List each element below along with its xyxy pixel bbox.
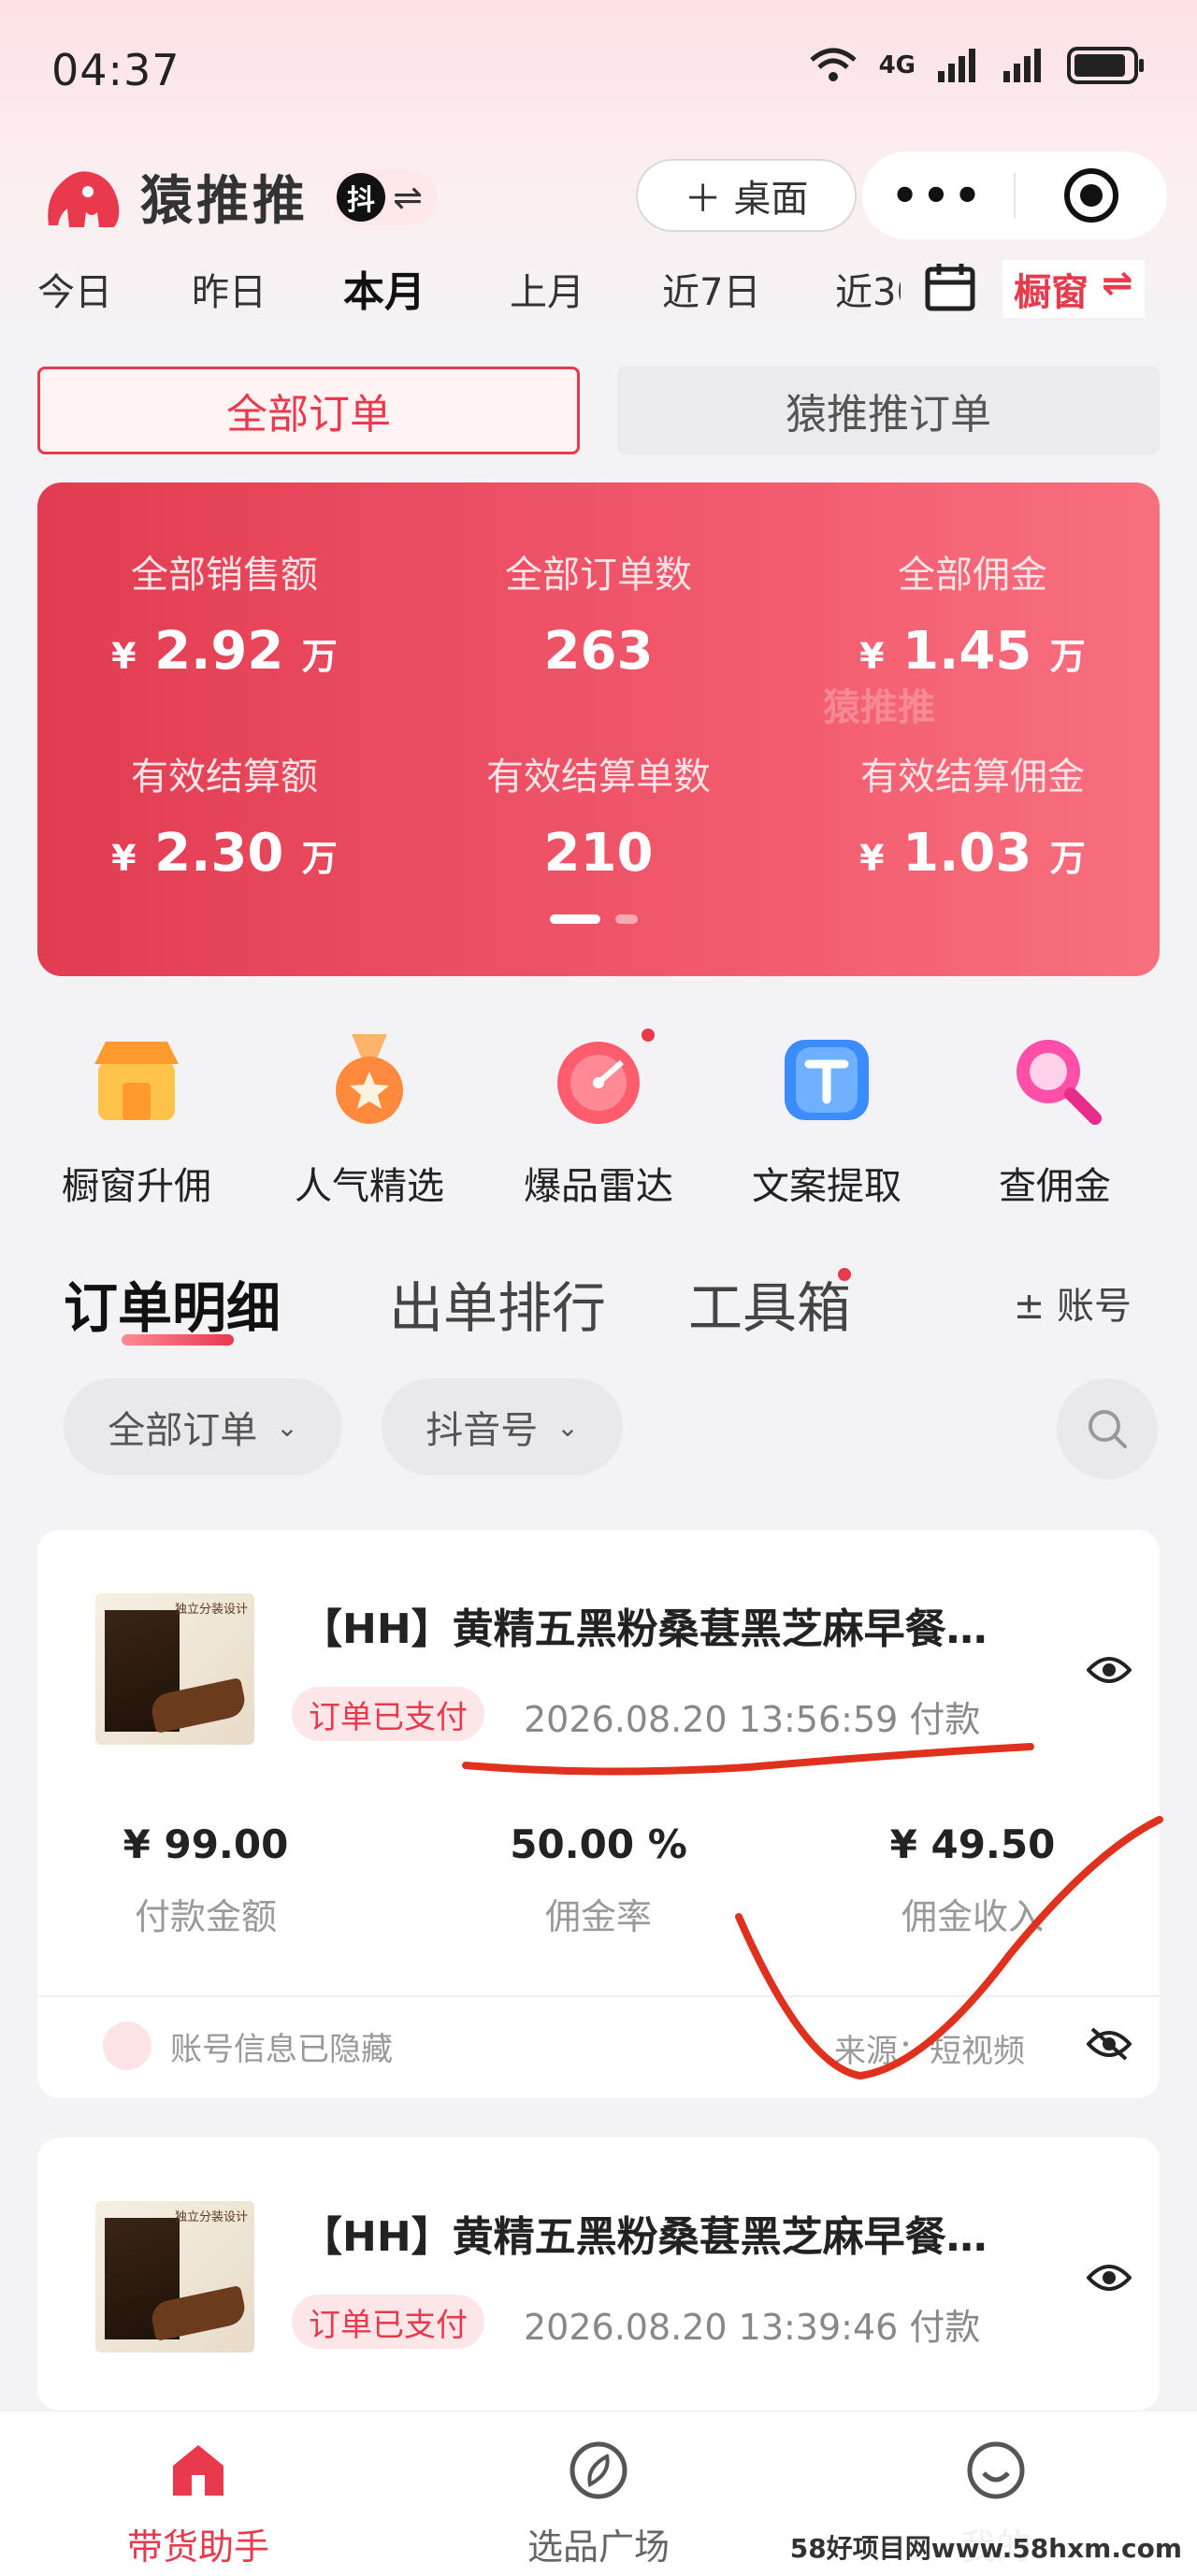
date-tab-last-month[interactable]: 上月 bbox=[510, 262, 584, 316]
tool-hot-radar[interactable]: 爆品雷达 bbox=[496, 1029, 701, 1210]
network-label: 4G bbox=[878, 51, 916, 79]
douyin-icon: 抖 bbox=[337, 172, 385, 222]
indicator-dot-active bbox=[550, 914, 600, 924]
window-label: 橱窗 bbox=[1014, 271, 1089, 314]
order-card[interactable]: 独立分装设计 【HH】黄精五黑粉桑葚黑芝麻早餐… 订单已支付 2026.08.2… bbox=[37, 1530, 1160, 2098]
battery-icon bbox=[1067, 47, 1144, 84]
app-name: 猿推推 bbox=[140, 171, 309, 232]
tool-popular-picks[interactable]: 人气精选 bbox=[267, 1029, 472, 1210]
metric-payment-amount: ¥ 99.00 付款金额 bbox=[123, 1821, 289, 1937]
app-brand: 猿推推 抖 ⇌ bbox=[39, 159, 438, 235]
account-button[interactable]: ± 账号 bbox=[1014, 1275, 1132, 1330]
tab-toolbox[interactable]: 工具箱 bbox=[688, 1264, 851, 1343]
stat-total-sales: 全部销售额 ¥ 2.92 万 bbox=[111, 554, 338, 682]
date-tab-yesterday[interactable]: 昨日 bbox=[192, 262, 267, 316]
smile-icon bbox=[967, 2441, 1025, 2499]
tab-order-details[interactable]: 订单明细 bbox=[64, 1264, 281, 1343]
platform-switch[interactable]: 抖 ⇌ bbox=[331, 168, 438, 225]
eye-icon[interactable] bbox=[1087, 1651, 1132, 1689]
site-watermark: 58好项目网www.58hxm.com bbox=[784, 2526, 1188, 2568]
target-icon bbox=[1064, 168, 1118, 223]
payment-time: 2026.08.20 13:39:46 付款 bbox=[524, 2307, 981, 2348]
tool-window-commission[interactable]: 橱窗升佣 bbox=[34, 1029, 239, 1210]
stat-settled-amount: 有效结算额 ¥ 2.30 万 bbox=[111, 756, 338, 884]
eye-icon[interactable] bbox=[1087, 2259, 1132, 2296]
search-button[interactable] bbox=[1057, 1378, 1158, 1479]
order-status-badge: 订单已支付 bbox=[292, 1687, 484, 1741]
order-source: 来源：短视频 bbox=[834, 2033, 1025, 2070]
order-card[interactable]: 独立分装设计 【HH】黄精五黑粉桑葚黑芝麻早餐… 订单已支付 2026.08.2… bbox=[37, 2137, 1160, 2411]
compass-icon bbox=[570, 2441, 627, 2499]
payment-time: 2026.08.20 13:56:59 付款 bbox=[524, 1699, 981, 1740]
status-time: 04:37 bbox=[51, 45, 180, 95]
active-tab-underline bbox=[122, 1334, 234, 1346]
indicator-dot bbox=[615, 914, 638, 924]
magnifier-icon bbox=[1017, 1040, 1102, 1125]
more-button[interactable]: ••• bbox=[862, 170, 1014, 221]
order-status-badge: 订单已支付 bbox=[292, 2295, 484, 2349]
date-tab-30-days[interactable]: 近30日 bbox=[835, 262, 901, 316]
signal-icon-2 bbox=[1003, 49, 1041, 82]
date-tab-7-days[interactable]: 近7日 bbox=[662, 262, 760, 316]
calendar-icon[interactable] bbox=[924, 262, 976, 312]
wifi-icon bbox=[809, 48, 857, 81]
stat-settled-commission: 有效结算佣金 ¥ 1.03 万 bbox=[859, 756, 1086, 884]
account-info: 账号信息已隐藏 bbox=[103, 2022, 393, 2070]
card-watermark: 猿推推 bbox=[823, 686, 935, 729]
tab-platform-orders[interactable]: 猿推推订单 bbox=[617, 367, 1160, 454]
tool-check-commission[interactable]: 查佣金 bbox=[952, 1029, 1158, 1210]
metric-commission-rate: 50.00 % 佣金率 bbox=[510, 1821, 687, 1937]
card-divider bbox=[37, 1995, 1160, 1997]
nav-sales-assistant[interactable]: 带货助手 bbox=[58, 2439, 339, 2569]
date-tab-this-month[interactable]: 本月 bbox=[343, 258, 425, 318]
swap-icon: ⇌ bbox=[1102, 262, 1133, 305]
search-icon bbox=[1089, 1410, 1127, 1448]
medal-icon bbox=[336, 1034, 403, 1124]
chevron-down-icon: ⌄ bbox=[556, 1411, 579, 1443]
product-thumbnail: 独立分装设计 bbox=[95, 1593, 254, 1745]
notification-dot bbox=[642, 1029, 655, 1042]
filter-douyin-id[interactable]: 抖音号 ⌄ bbox=[382, 1378, 623, 1475]
product-thumbnail: 独立分装设计 bbox=[95, 2201, 254, 2353]
gorilla-logo-icon bbox=[48, 170, 120, 227]
close-miniprogram-button[interactable] bbox=[1016, 165, 1167, 225]
radar-icon bbox=[557, 1042, 640, 1124]
metric-commission-income: ¥ 49.50 佣金收入 bbox=[889, 1821, 1056, 1937]
stat-total-orders: 全部订单数 263 bbox=[505, 554, 692, 682]
shop-icon bbox=[94, 1042, 179, 1120]
notification-dot bbox=[838, 1268, 851, 1281]
window-switch[interactable]: 橱窗 ⇌ bbox=[1002, 260, 1145, 318]
date-tab-today[interactable]: 今日 bbox=[37, 262, 112, 316]
home-icon bbox=[173, 2445, 224, 2496]
miniprogram-capsule: ••• bbox=[862, 151, 1167, 239]
tab-order-ranking[interactable]: 出单排行 bbox=[389, 1264, 606, 1343]
swap-icon: ⇌ bbox=[393, 176, 423, 218]
add-to-desktop-button[interactable]: ＋ 桌面 bbox=[636, 159, 857, 232]
avatar bbox=[103, 2022, 151, 2070]
tool-copy-extract[interactable]: 文案提取 bbox=[724, 1029, 930, 1210]
stat-settled-orders: 有效结算单数 210 bbox=[486, 756, 711, 884]
chevron-down-icon: ⌄ bbox=[276, 1411, 298, 1443]
stats-card[interactable]: 全部销售额 ¥ 2.92 万 全部订单数 263 全部佣金 ¥ 1.45 万 有… bbox=[37, 482, 1160, 976]
filter-all-orders[interactable]: 全部订单 ⌄ bbox=[64, 1378, 342, 1475]
status-icons: 4G bbox=[808, 45, 1146, 86]
text-extract-icon bbox=[785, 1040, 869, 1120]
carousel-indicator bbox=[550, 914, 638, 924]
tab-all-orders[interactable]: 全部订单 bbox=[37, 367, 580, 454]
stat-total-commission: 全部佣金 ¥ 1.45 万 bbox=[859, 554, 1086, 682]
product-title: 【HH】黄精五黑粉桑葚黑芝麻早餐… bbox=[301, 2213, 988, 2261]
eye-off-icon[interactable] bbox=[1087, 2025, 1132, 2063]
signal-icon bbox=[938, 49, 975, 82]
nav-product-square[interactable]: 选品广场 bbox=[458, 2439, 739, 2569]
product-title: 【HH】黄精五黑粉桑葚黑芝麻早餐… bbox=[301, 1605, 988, 1653]
